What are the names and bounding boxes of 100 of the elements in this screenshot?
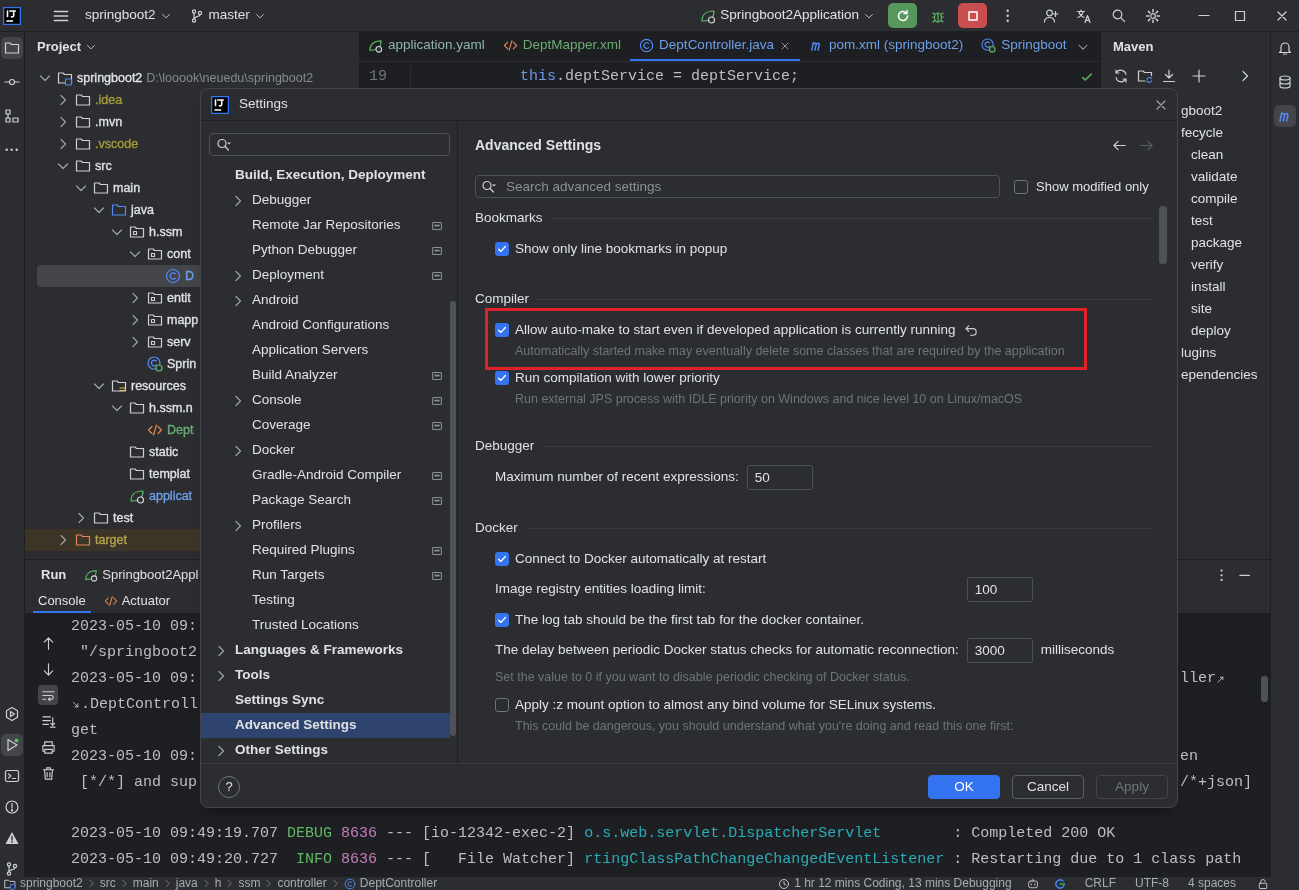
section-title: Docker xyxy=(475,518,518,537)
settings-nav-item[interactable]: Gradle-Android Compiler xyxy=(201,463,450,488)
status-item[interactable]: CRLF xyxy=(1084,877,1116,890)
setting-description: This could be dangerous, you should understand what you're doing and read this one first: xyxy=(514,717,1015,735)
console-line: 2023-05-10 09:49:19.707 DEBUG 8636 --- [io-12342-exec-2] o.s.web.servlet.DispatcherServlet : Completed 200 OK xyxy=(71,824,1116,844)
panel-title[interactable]: Maven xyxy=(1113,37,1154,57)
section-title: Compiler xyxy=(475,289,529,308)
item-label: Dept xyxy=(167,421,194,439)
dialog-title: Settings xyxy=(239,95,288,114)
editor-tab[interactable]: DeptMapper.xml xyxy=(493,32,631,61)
checkbox-label: The log tab should be the first tab for the docker container. xyxy=(515,610,864,629)
console-tab[interactable]: Console xyxy=(33,590,91,613)
tab-label: application.yaml xyxy=(388,36,485,55)
item-label: applicat xyxy=(149,487,193,505)
settings-nav-item[interactable]: Android Configurations xyxy=(201,313,450,338)
settings-nav-item[interactable]: Settings Sync xyxy=(201,688,450,713)
settings-nav-item[interactable]: Trusted Locations xyxy=(201,613,450,638)
editor-tab[interactable]: pom.xml (springboot2) xyxy=(799,32,973,61)
item-path: D:\looook\neuedu\springboot2 xyxy=(146,69,314,87)
checkbox-label: Run compilation with lower priority xyxy=(515,368,720,387)
item-label: Sprin xyxy=(167,355,197,373)
breadcrumb[interactable]: ssm xyxy=(238,877,261,890)
field-label: The delay between periodic Docker status checks for automatic reconnection: xyxy=(495,641,960,660)
settings-nav-item[interactable]: Console xyxy=(201,388,450,413)
breadcrumb[interactable]: controller xyxy=(277,877,327,890)
settings-nav-item[interactable]: Docker xyxy=(201,438,450,463)
settings-nav-item[interactable]: Application Servers xyxy=(201,338,450,363)
time-tracker[interactable]: 1 hr 12 mins Coding, 13 mins Debugging xyxy=(778,877,1012,890)
run-config-dropdown[interactable]: Springboot2Application xyxy=(700,5,875,26)
number-field[interactable]: 50 xyxy=(746,465,813,490)
tab-label: DeptMapper.xml xyxy=(522,36,622,55)
search-field[interactable]: Search advanced settings xyxy=(475,175,1000,198)
console-line: 2023-05-10 09: xyxy=(71,669,198,689)
field-label: Image registry entities loading limit: xyxy=(495,580,707,599)
settings-nav-item[interactable]: Package Search xyxy=(201,488,450,513)
tab-label: Springboot xyxy=(1001,36,1067,55)
setting-description: Run external JPS process with IDLE priority on Windows and nice level 10 on Linux/macOS xyxy=(514,391,1024,408)
settings-nav-item[interactable]: Advanced Settings xyxy=(201,713,450,738)
settings-nav-item[interactable]: Android xyxy=(201,288,450,313)
item-label: main xyxy=(113,179,141,197)
console-line: 2023-05-10 09:49:20.727 INFO 8636 --- [ File Watcher] rtingClassPathChangeChangedEventListener : Restarting due to 1 class path xyxy=(71,850,1242,870)
editor-tab[interactable]: Springboot xyxy=(972,32,1076,61)
console-line: "/springboot2 xyxy=(79,643,198,663)
status-item[interactable]: UTF-8 xyxy=(1134,877,1169,890)
item-label: entit xyxy=(167,289,191,307)
tab-label: pom.xml (springboot2) xyxy=(828,36,964,55)
breadcrumb[interactable]: src xyxy=(99,877,116,890)
tool-tab[interactable]: Run xyxy=(37,561,71,589)
settings-nav-item[interactable]: Coverage xyxy=(201,413,450,438)
setting-description: Automatically started make may eventually delete some classes that are required by the application xyxy=(514,343,1065,360)
breadcrumb[interactable]: main xyxy=(132,877,159,890)
item-label: D xyxy=(185,267,195,285)
panel-title[interactable]: Project xyxy=(37,37,82,57)
settings-nav-item[interactable]: Remote Jar Repositories xyxy=(201,213,450,238)
item-label: h.ssm.n xyxy=(149,399,193,417)
checkbox-label: Show modified only xyxy=(1036,177,1149,196)
settings-nav-item[interactable]: Tools xyxy=(201,663,450,688)
code-line: this.deptService = deptService; xyxy=(520,66,800,87)
item-label: .idea xyxy=(95,91,123,109)
tool-tab[interactable]: Springboot2Appl xyxy=(80,561,203,589)
console-tab[interactable]: Actuator xyxy=(98,590,176,613)
settings-nav-item[interactable]: Testing xyxy=(201,588,450,613)
field-label: Maximum number of recent expressions: xyxy=(495,468,740,487)
section-title: Bookmarks xyxy=(475,208,543,227)
tree-item[interactable]: .mvn xyxy=(25,111,358,133)
checkbox-label: Allow auto-make to start even if developed application is currently running xyxy=(515,320,956,339)
console-line: en xyxy=(1180,747,1198,767)
branch-dropdown[interactable]: master xyxy=(188,5,266,26)
item-label: cont xyxy=(167,245,191,263)
settings-nav-item[interactable]: Python Debugger xyxy=(201,238,450,263)
number-field[interactable]: 100 xyxy=(966,577,1033,602)
settings-nav-item[interactable]: Debugger xyxy=(201,188,450,213)
console-line: ller xyxy=(1180,669,1216,689)
dialog-button[interactable]: Cancel xyxy=(1012,774,1084,799)
status-item[interactable]: 4 spaces xyxy=(1187,877,1236,890)
settings-nav-item[interactable]: Build, Execution, Deployment xyxy=(201,163,450,188)
checkbox-label: Show only line bookmarks in popup xyxy=(515,239,728,258)
editor-tab[interactable]: application.yaml xyxy=(359,32,494,61)
tree-item[interactable]: .vscode xyxy=(25,133,358,155)
settings-nav-item[interactable]: Languages & Frameworks xyxy=(201,638,450,663)
breadcrumb[interactable]: springboot2 xyxy=(4,877,83,890)
settings-nav-item[interactable]: Other Settings xyxy=(201,738,450,763)
item-label: static xyxy=(149,443,179,461)
breadcrumb[interactable]: DeptController xyxy=(343,877,438,890)
project-dropdown[interactable]: springboot2 xyxy=(85,5,172,26)
item-label: templat xyxy=(149,465,190,483)
console-line: /*+json] xyxy=(1180,773,1252,793)
item-label: java xyxy=(131,201,154,219)
unit-label: milliseconds xyxy=(1039,641,1116,660)
tree-item[interactable]: springboot2 D:\looook\neuedu\springboot2 xyxy=(25,67,358,89)
editor-tab[interactable]: DeptController.java xyxy=(630,32,800,61)
breadcrumb[interactable]: java xyxy=(175,877,198,890)
number-field[interactable]: 3000 xyxy=(966,638,1033,663)
dialog-button[interactable]: OK xyxy=(928,774,1000,799)
settings-nav-item[interactable]: Run Targets xyxy=(201,563,450,588)
console-line: 2023-05-10 09: xyxy=(71,617,198,637)
breadcrumb[interactable]: h xyxy=(214,877,222,890)
console-line: [*/*] and sup xyxy=(79,773,198,793)
project-name: springboot2 xyxy=(85,6,156,25)
settings-nav-item[interactable]: Build Analyzer xyxy=(201,363,450,388)
